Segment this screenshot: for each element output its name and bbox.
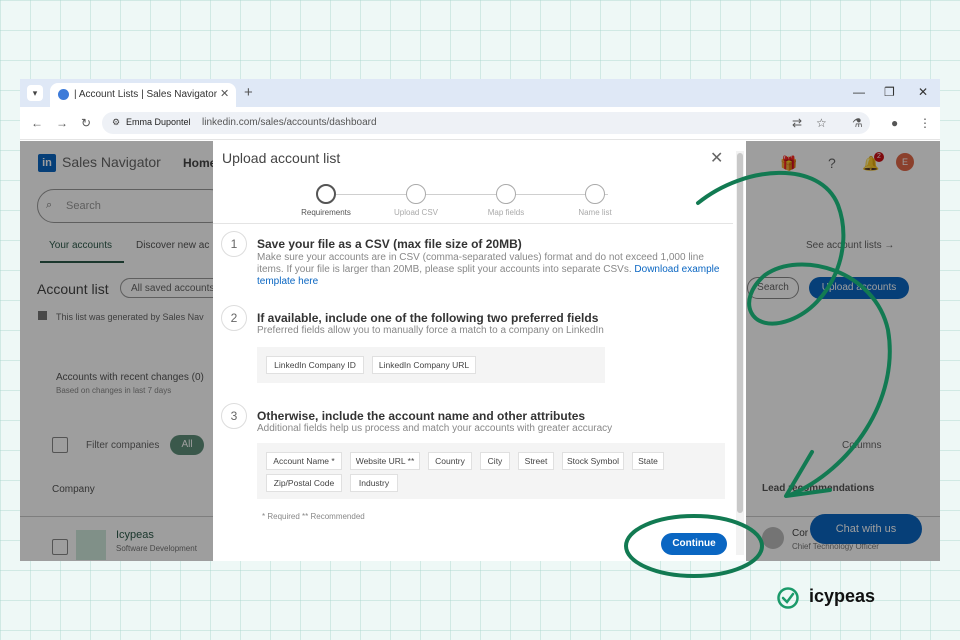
step-4-label: Name list bbox=[578, 208, 612, 217]
step-4-indicator bbox=[585, 184, 605, 204]
minimize-icon[interactable]: — bbox=[853, 85, 865, 99]
back-icon[interactable]: ← bbox=[31, 116, 43, 130]
section-3-description: Additional fields help us process and ma… bbox=[257, 423, 613, 434]
field-chip: City bbox=[480, 452, 510, 470]
field-chip: Industry bbox=[350, 474, 398, 492]
field-chip: Website URL ** bbox=[350, 452, 420, 470]
labs-flask-icon[interactable]: ⚗ bbox=[852, 116, 863, 130]
compass-icon bbox=[58, 89, 69, 100]
profile-icon[interactable]: ● bbox=[891, 116, 898, 130]
section-3-number: 3 bbox=[221, 403, 247, 429]
close-icon[interactable]: ✕ bbox=[710, 148, 723, 168]
step-1-label: Requirements bbox=[301, 208, 351, 217]
icypeas-logo-icon bbox=[777, 587, 799, 609]
field-chip: Stock Symbol bbox=[562, 452, 624, 470]
section-2-title: If available, include one of the followi… bbox=[257, 311, 599, 325]
active-tab[interactable]: | Account Lists | Sales Navigator ✕ bbox=[50, 83, 236, 107]
site-settings-icon[interactable]: ⚙ bbox=[112, 117, 120, 128]
tab-title: | Account Lists | Sales Navigator bbox=[74, 89, 218, 100]
translate-icon[interactable]: ⇄ bbox=[792, 116, 802, 130]
profile-name: Emma Dupontel bbox=[126, 117, 191, 127]
tab-bar: ▾ | Account Lists | Sales Navigator ✕ + … bbox=[20, 79, 940, 107]
close-tab-icon[interactable]: ✕ bbox=[220, 87, 229, 100]
field-chip: Street bbox=[518, 452, 554, 470]
field-chip: LinkedIn Company ID bbox=[266, 356, 364, 374]
scrollbar-thumb[interactable] bbox=[737, 153, 743, 513]
stepper-line bbox=[336, 194, 608, 195]
attribute-fields-box: Account Name * Website URL ** Country Ci… bbox=[257, 443, 725, 499]
reload-icon[interactable]: ↻ bbox=[81, 116, 91, 130]
field-chip: State bbox=[632, 452, 664, 470]
field-legend: * Required ** Recommended bbox=[262, 512, 365, 521]
step-3-indicator bbox=[496, 184, 516, 204]
sales-navigator-page: in Sales Navigator Home ⌕ Search Your ac… bbox=[20, 141, 940, 561]
bookmark-star-icon[interactable]: ☆ bbox=[816, 116, 827, 130]
section-1-title: Save your file as a CSV (max file size o… bbox=[257, 237, 522, 251]
url-bar[interactable]: ⚙ Emma Dupontel linkedin.com/sales/accou… bbox=[102, 112, 870, 134]
menu-kebab-icon[interactable]: ⋮ bbox=[919, 116, 931, 130]
continue-button[interactable]: Continue bbox=[661, 533, 727, 555]
dialog-title: Upload account list bbox=[222, 150, 341, 166]
icypeas-wordmark: icypeas bbox=[809, 586, 876, 606]
browser-window: ▾ | Account Lists | Sales Navigator ✕ + … bbox=[20, 79, 940, 561]
field-chip: Country bbox=[428, 452, 472, 470]
new-tab-button[interactable]: + bbox=[244, 84, 253, 101]
field-chip: Account Name * bbox=[266, 452, 342, 470]
upload-account-list-dialog: Upload account list ✕ Requirements Uploa… bbox=[213, 141, 746, 561]
step-1-indicator bbox=[316, 184, 336, 204]
section-2-number: 2 bbox=[221, 305, 247, 331]
section-1-number: 1 bbox=[221, 231, 247, 257]
step-2-label: Upload CSV bbox=[393, 208, 439, 217]
field-chip: LinkedIn Company URL bbox=[372, 356, 476, 374]
step-2-indicator bbox=[406, 184, 426, 204]
stepper-divider bbox=[213, 223, 733, 224]
url-text[interactable]: linkedin.com/sales/accounts/dashboard bbox=[202, 117, 377, 128]
restore-icon[interactable]: ❐ bbox=[884, 85, 895, 99]
section-3-title: Otherwise, include the account name and … bbox=[257, 409, 586, 423]
forward-icon[interactable]: → bbox=[56, 116, 68, 130]
close-window-icon[interactable]: ✕ bbox=[918, 85, 928, 99]
address-bar: ← → ↻ ⚙ Emma Dupontel linkedin.com/sales… bbox=[20, 107, 940, 140]
tab-search-button[interactable]: ▾ bbox=[27, 85, 43, 101]
preferred-fields-box: LinkedIn Company ID LinkedIn Company URL bbox=[257, 347, 605, 383]
section-1-description: Make sure your accounts are in CSV (comm… bbox=[257, 252, 727, 288]
section-2-description: Preferred fields allow you to manually f… bbox=[257, 325, 604, 336]
step-3-label: Map fields bbox=[487, 208, 525, 217]
field-chip: Zip/Postal Code bbox=[266, 474, 342, 492]
